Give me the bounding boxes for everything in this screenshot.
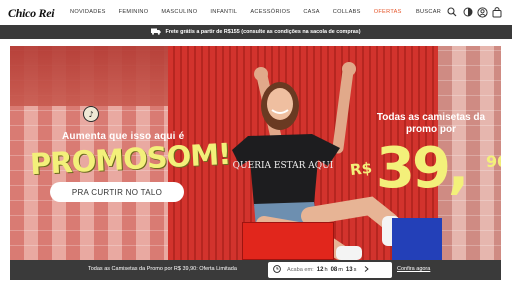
nav-item-collabs[interactable]: COLLABS (333, 9, 361, 15)
account-icon[interactable] (476, 6, 488, 18)
graffiti-area (10, 46, 170, 106)
confira-link[interactable]: Confira agora (397, 266, 430, 272)
nav-item-novidades[interactable]: NOVIDADES (70, 9, 106, 15)
theme-toggle-icon[interactable] (462, 6, 474, 18)
main-nav: NOVIDADES FEMININO MASCULINO INFANTIL AC… (70, 9, 415, 15)
red-crate (242, 222, 334, 260)
nav-item-ofertas[interactable]: OFERTAS (374, 9, 402, 15)
free-shipping-bar: Frete grátis a partir de R$155 (consulte… (0, 25, 512, 39)
blue-crate (392, 218, 442, 260)
nav-item-feminino[interactable]: FEMININO (119, 9, 149, 15)
truck-icon (151, 28, 162, 37)
nav-item-casa[interactable]: CASA (303, 9, 319, 15)
price-cents: 90 (486, 152, 501, 171)
timer-minutes: 08 (330, 267, 338, 273)
search-icon[interactable] (446, 6, 458, 18)
promo-right-text: Todas as camisetas da promo por (376, 112, 486, 135)
site-logo[interactable]: Chico Rei (8, 6, 55, 21)
site-header: Chico Rei NOVIDADES FEMININO MASCULINO I… (0, 0, 512, 25)
cta-button[interactable]: PRA CURTIR NO TALO (50, 182, 184, 202)
shirt-print-text: QUERIA ESTAR AQUI (233, 161, 334, 171)
bag-icon[interactable] (491, 6, 503, 18)
chevron-right-icon[interactable] (364, 266, 370, 274)
brand-stamp-icon: ♪ (83, 106, 99, 122)
hero-banner[interactable]: QUERIA ESTAR AQUI ♪ Aumenta que isso aqu… (10, 46, 501, 260)
countdown-timer: Acaba em: 12 h 08 m 13 s (268, 262, 392, 278)
timer-minutes-unit: m (338, 267, 343, 273)
clock-icon (273, 265, 281, 275)
nav-item-acessorios[interactable]: ACESSÓRIOS (250, 9, 290, 15)
timer-seconds: 13 (345, 267, 353, 273)
timer-prefix: Acaba em: (287, 267, 314, 273)
price-currency: R$ (349, 158, 373, 180)
search-label[interactable]: BUSCAR (416, 9, 441, 15)
countdown-bar: Todas as Camisetas da Promo por R$ 39,90… (10, 260, 501, 280)
countdown-message: Todas as Camisetas da Promo por R$ 39,90… (88, 266, 237, 272)
free-shipping-text: Frete grátis a partir de R$155 (consulte… (165, 29, 361, 35)
nav-item-masculino[interactable]: MASCULINO (161, 9, 197, 15)
nav-item-infantil[interactable]: INFANTIL (210, 9, 237, 15)
timer-hours-unit: h (324, 267, 328, 273)
price-main: 39, (376, 136, 469, 201)
timer-hours: 12 (316, 267, 324, 273)
timer-seconds-unit: s (353, 267, 357, 273)
